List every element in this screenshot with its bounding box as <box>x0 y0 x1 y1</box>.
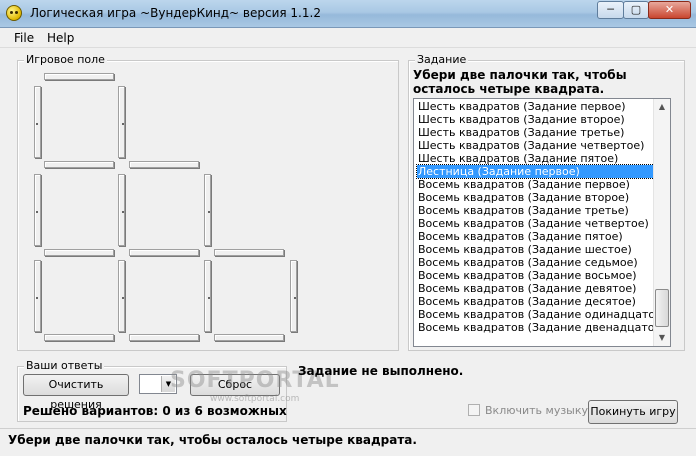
stick-h-r3-c3[interactable] <box>214 249 284 256</box>
status-bar-text: Убери две палочки так, чтобы осталось че… <box>8 433 417 447</box>
menu-help[interactable]: Help <box>47 31 74 45</box>
task-list-item[interactable]: Восемь квадратов (Задание четвертое) <box>417 217 654 230</box>
task-list-item[interactable]: Восемь квадратов (Задание двенадцатое) <box>417 321 666 334</box>
stick-v-r3-mid2[interactable] <box>204 260 211 332</box>
task-result-status: Задание не выполнено. <box>298 364 464 378</box>
music-label: Включить музыку <box>485 404 589 417</box>
task-list-scrollbar[interactable]: ▲ ▼ <box>653 99 670 346</box>
title-bar: Логическая игра ~ВундерКинд~ версия 1.1.… <box>0 0 696 28</box>
stick-h-r3-c2[interactable] <box>129 249 199 256</box>
task-list-item[interactable]: Восемь квадратов (Задание второе) <box>417 191 654 204</box>
music-checkbox[interactable]: Включить музыку <box>468 404 588 417</box>
scroll-thumb[interactable] <box>655 289 669 327</box>
task-list-item[interactable]: Восемь квадратов (Задание третье) <box>417 204 654 217</box>
menu-bar: File Help <box>0 28 696 48</box>
stick-v-r1-right[interactable] <box>118 86 125 158</box>
scroll-up-icon[interactable]: ▲ <box>654 99 670 115</box>
task-list-item[interactable]: Восемь квадратов (Задание одинадцатое) <box>417 308 666 321</box>
watermark-url: www.softportal.com <box>210 394 300 404</box>
task-list-item[interactable]: Лестница (Задание первое) <box>416 164 655 179</box>
task-group-title: Задание <box>415 53 469 66</box>
task-list-item[interactable]: Восемь квадратов (Задание восьмое) <box>417 269 654 282</box>
stick-v-r3-left[interactable] <box>34 260 41 332</box>
stick-h-r4-c1[interactable] <box>44 334 114 341</box>
status-bar: Убери две палочки так, чтобы осталось че… <box>0 428 696 456</box>
task-list-item[interactable]: Восемь квадратов (Задание седьмое) <box>417 256 654 269</box>
app-smiley-icon <box>6 5 22 21</box>
stick-h-r4-c3[interactable] <box>214 334 284 341</box>
task-list-item[interactable]: Шесть квадратов (Задание третье) <box>417 126 654 139</box>
checkbox-icon[interactable] <box>468 404 480 416</box>
stick-h-r2-c2[interactable] <box>129 161 199 168</box>
task-list-item[interactable]: Восемь квадратов (Задание десятое) <box>417 295 654 308</box>
task-list-item[interactable]: Восемь квадратов (Задание шестое) <box>417 243 654 256</box>
minimize-button[interactable]: ─ <box>597 1 624 19</box>
task-list-item[interactable]: Восемь квадратов (Задание девятое) <box>417 282 654 295</box>
close-button[interactable]: ✕ <box>648 1 691 19</box>
task-list-item[interactable]: Шесть квадратов (Задание четвертое) <box>417 139 654 152</box>
answers-group-title: Ваши ответы <box>24 359 105 372</box>
menu-file[interactable]: File <box>14 31 34 45</box>
task-list-item[interactable]: Шесть квадратов (Задание пятое) <box>417 152 654 165</box>
task-list-item[interactable]: Шесть квадратов (Задание второе) <box>417 113 654 126</box>
solved-count: Решено вариантов: 0 из 6 возможных <box>23 404 287 418</box>
stick-h-r3-c1[interactable] <box>44 249 114 256</box>
stick-h-r2-c1[interactable] <box>44 161 114 168</box>
task-description: Убери две палочки так, чтобы осталось че… <box>413 68 627 96</box>
window-title: Логическая игра ~ВундерКинд~ версия 1.1.… <box>30 6 321 20</box>
stick-v-r2-right[interactable] <box>204 174 211 246</box>
stick-v-r2-left[interactable] <box>34 174 41 246</box>
stick-v-r3-mid1[interactable] <box>118 260 125 332</box>
clear-solutions-button[interactable]: Очистить решения <box>23 374 129 411</box>
task-list-item[interactable]: Восемь квадратов (Задание первое) <box>417 178 654 191</box>
game-field-title: Игровое поле <box>24 53 107 66</box>
task-list[interactable]: Шесть квадратов (Задание первое) Шесть кв… <box>413 98 671 347</box>
maximize-button[interactable]: ▢ <box>623 1 649 19</box>
stick-h-r1-c1[interactable] <box>44 73 114 80</box>
stick-h-r4-c2[interactable] <box>129 334 199 341</box>
task-list-item[interactable]: Шесть квадратов (Задание первое) <box>417 100 654 113</box>
quit-game-button[interactable]: Покинуть игру <box>588 400 678 424</box>
stick-v-r2-mid[interactable] <box>118 174 125 246</box>
task-list-item[interactable]: Восемь квадратов (Задание пятое) <box>417 230 654 243</box>
scroll-down-icon[interactable]: ▼ <box>654 330 670 346</box>
stick-v-r1-left[interactable] <box>34 86 41 158</box>
stick-v-r3-right[interactable] <box>290 260 297 332</box>
